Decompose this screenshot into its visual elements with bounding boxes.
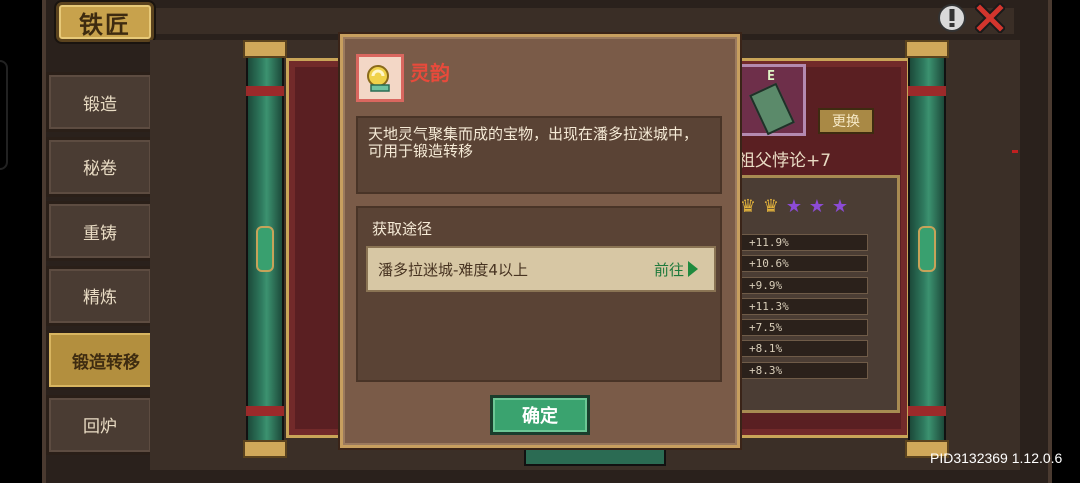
close-icon bbox=[975, 3, 1005, 33]
goto-button[interactable]: 前往 bbox=[654, 259, 698, 280]
source-entry-label: 潘多拉迷城-难度4以上 bbox=[378, 260, 528, 279]
description-text: 天地灵气聚集而成的宝物，出现在潘多拉迷城中，可用于锻造转移 bbox=[368, 125, 699, 160]
close-button[interactable] bbox=[974, 2, 1006, 34]
confirm-button[interactable]: 确定 bbox=[490, 395, 590, 435]
left-pillar bbox=[243, 40, 287, 458]
crown-icon: ♛ bbox=[762, 196, 780, 217]
item-description: 天地灵气聚集而成的宝物，出现在潘多拉迷城中，可用于锻造转移 bbox=[356, 116, 722, 194]
weapon-icon bbox=[749, 82, 795, 136]
header-bar bbox=[154, 8, 1014, 34]
weapon-name: 祖父悖论+7 bbox=[738, 151, 832, 171]
sidebar-item-recast[interactable]: 重铸 bbox=[46, 201, 154, 261]
sidebar-item-scroll[interactable]: 秘卷 bbox=[46, 136, 154, 197]
right-pillar bbox=[905, 40, 949, 458]
source-title: 获取途径 bbox=[372, 220, 433, 238]
sidebar-item-label: 秘卷 bbox=[83, 159, 117, 179]
stat-row: +8.3% bbox=[738, 361, 868, 379]
sidebar-item-forge[interactable]: 锻造 bbox=[46, 72, 154, 132]
sidebar-item-label: 重铸 bbox=[83, 223, 117, 244]
hint-button[interactable] bbox=[936, 2, 968, 34]
source-section: 获取途径 潘多拉迷城-难度4以上 前往 bbox=[356, 206, 722, 382]
goto-label: 前往 bbox=[653, 260, 684, 279]
stat-row: +10.6% bbox=[738, 255, 868, 273]
sidebar-item-forge-transfer[interactable]: 锻造转移 bbox=[46, 330, 166, 390]
source-entry[interactable]: 潘多拉迷城-难度4以上 前往 bbox=[366, 246, 716, 292]
swap-button[interactable]: 更换 bbox=[818, 108, 874, 134]
stat-list: +11.9% +10.6% +9.9% +11.3% +7.5% +8.1% +… bbox=[738, 234, 868, 383]
item-grade-tag: E bbox=[767, 69, 775, 84]
sidebar-item-label: 锻造 bbox=[83, 94, 117, 115]
equipped-weapon-slot[interactable]: E bbox=[736, 64, 806, 136]
item-icon bbox=[356, 54, 404, 102]
sidebar-item-smelt[interactable]: 回炉 bbox=[46, 394, 154, 455]
crown-icon: ♛ bbox=[739, 196, 757, 217]
star-icon: ★ bbox=[785, 196, 803, 217]
star-rating: ♛ ♛ ★ ★ ★ bbox=[738, 198, 850, 216]
stat-row: +11.9% bbox=[738, 234, 868, 251]
sidebar-item-label: 锻造转移 bbox=[72, 352, 140, 373]
sidebar-item-label: 精炼 bbox=[83, 288, 117, 308]
stat-row: +9.9% bbox=[738, 276, 868, 294]
stat-row: +11.3% bbox=[738, 297, 868, 315]
lingyun-item-icon bbox=[367, 65, 390, 92]
sidebar-item-label: 回炉 bbox=[83, 417, 117, 437]
star-icon: ★ bbox=[831, 196, 849, 217]
sidebar: 锻造 秘卷 重铸 精炼 锻造转移 回炉 bbox=[46, 72, 166, 459]
star-icon: ★ bbox=[808, 196, 826, 217]
sidebar-item-refine[interactable]: 精炼 bbox=[46, 265, 154, 326]
item-title: 灵韵 bbox=[410, 61, 450, 85]
device-edge bbox=[0, 60, 8, 170]
stat-row: +7.5% bbox=[738, 319, 868, 337]
exclamation-icon bbox=[938, 4, 966, 32]
play-arrow-icon bbox=[688, 261, 698, 277]
page-title: 铁匠 bbox=[56, 2, 154, 42]
notification-dot bbox=[1012, 150, 1018, 153]
stat-row: +8.1% bbox=[738, 340, 868, 358]
build-id: PID3132369 1.12.0.6 bbox=[930, 450, 1063, 466]
